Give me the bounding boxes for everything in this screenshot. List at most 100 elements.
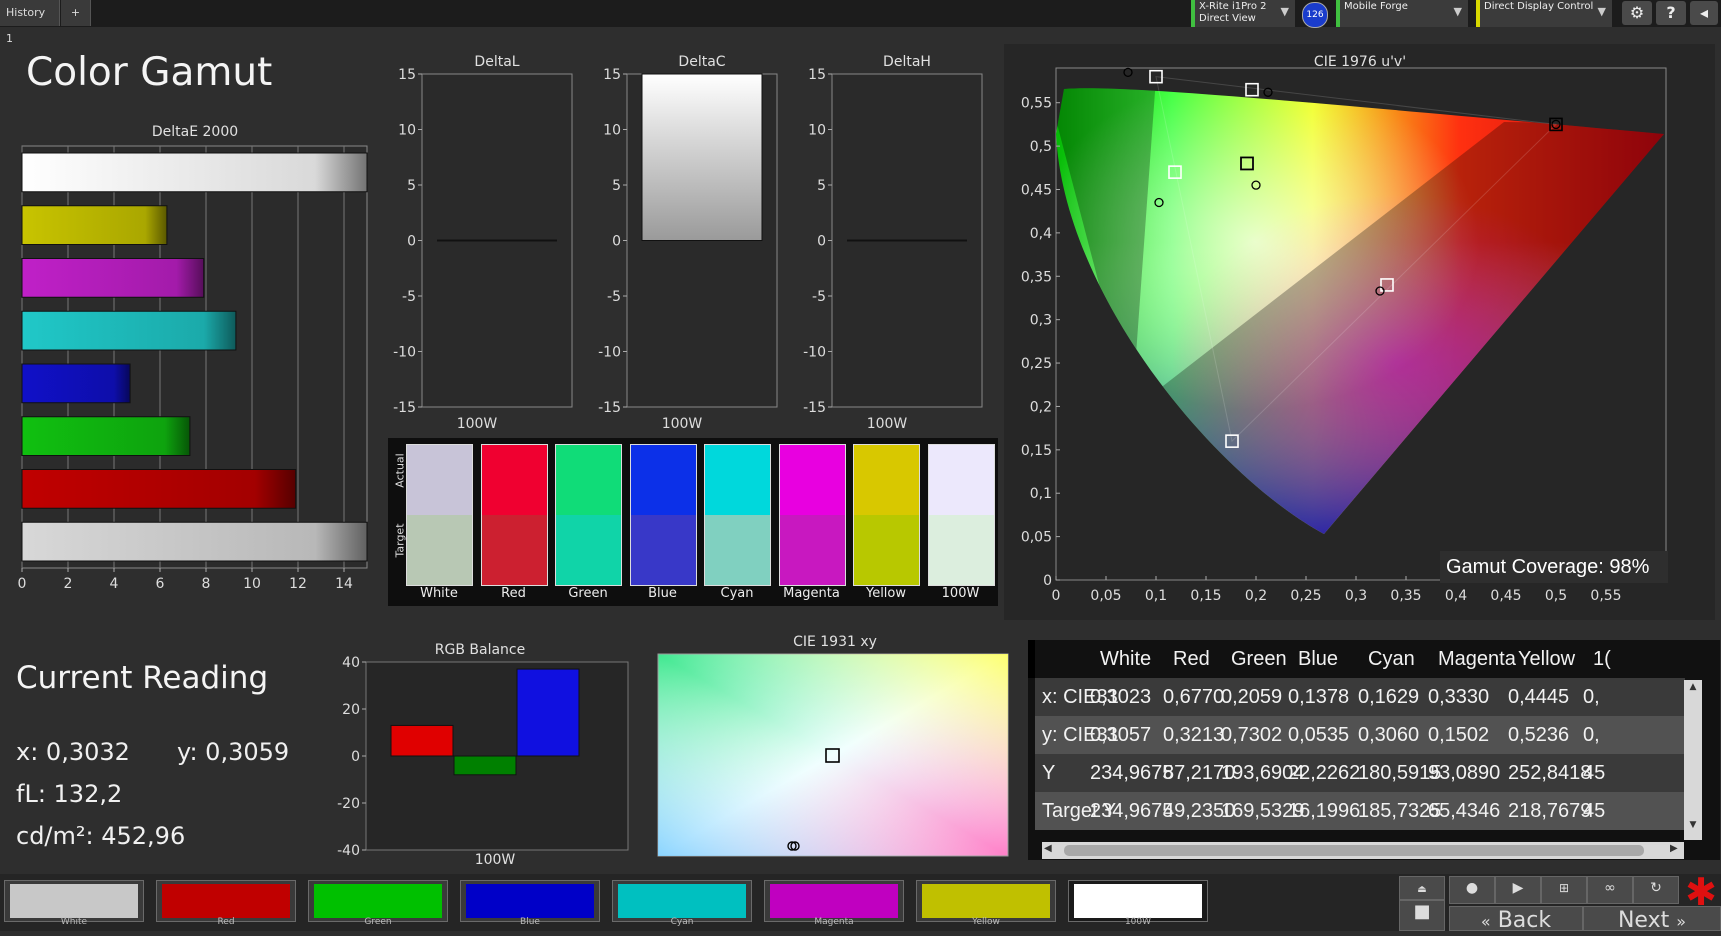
table-row: Target Y 234,9675 49,2350 169,5329 16,1996 18… (1035, 792, 1685, 830)
reading-cdm2: cd/m²: 452,96 (16, 822, 186, 850)
play-icon: ▶ (1512, 880, 1524, 896)
patch-button-cyan[interactable]: Cyan (612, 880, 752, 927)
display-status-bar (1476, 0, 1480, 27)
patch-button-white[interactable]: White (4, 880, 144, 927)
help-button[interactable]: ? (1656, 1, 1686, 25)
back-button[interactable]: « Back (1449, 906, 1583, 933)
rgb-bar-green (453, 755, 517, 776)
deltae-tick-label: 8 (202, 576, 211, 592)
horizontal-scrollbar[interactable]: ◀ ▶ (1042, 842, 1684, 859)
cie1976-ytick-label: 0,5 (1030, 139, 1052, 155)
patch-button-green[interactable]: Green (308, 880, 448, 927)
stop-measure-button[interactable]: ■ (1399, 900, 1445, 931)
help-icon: ? (1666, 3, 1676, 22)
deltae-bar-yellow (21, 205, 168, 245)
patch-label: Yellow (972, 917, 1000, 927)
swatch-target (556, 515, 621, 585)
lch-tick-label: 0 (612, 234, 621, 250)
pattern-generator-selector[interactable]: Mobile Forge ▼ (1336, 0, 1468, 27)
cie1976-ytick-label: 0,4 (1030, 226, 1052, 242)
table-cell: 0,3213 (1163, 724, 1225, 746)
cie1976-xtick-label: 0,5 (1545, 588, 1567, 604)
square-icon: ■ (1413, 901, 1431, 922)
stop-icon: ● (1465, 880, 1479, 896)
patch-color (162, 884, 290, 918)
cie1976-ytick-label: 0,45 (1021, 182, 1052, 198)
lch-bar-DeltaC (641, 73, 763, 241)
patch-color (618, 884, 746, 918)
swatch-target (481, 515, 547, 585)
scroll-thumb[interactable] (1064, 845, 1644, 856)
patch-color (314, 884, 442, 918)
scroll-up-icon[interactable]: ▲ (1686, 682, 1700, 696)
collapse-button[interactable]: ◂ (1690, 1, 1718, 25)
swatch-label: Yellow (865, 586, 907, 601)
lch-tick-label: -5 (812, 289, 826, 305)
swatch-white (406, 444, 473, 586)
swatch-target (779, 515, 845, 585)
cie1976-xtick-label: 0,55 (1590, 588, 1621, 604)
swatch-target (854, 515, 919, 585)
table-header-cell: Cyan (1368, 648, 1415, 670)
vertical-scrollbar[interactable]: ▲ ▼ (1684, 680, 1702, 840)
lch-tick-label: -5 (402, 289, 416, 305)
patch-color (770, 884, 898, 918)
stop-button[interactable]: ● (1449, 876, 1495, 904)
deltae-tick-label: 4 (110, 576, 119, 592)
asterisk-icon[interactable]: ✱ (1684, 872, 1718, 912)
rgb-tick-label: 0 (351, 749, 360, 765)
deltae-bar-red (21, 469, 297, 509)
cie1931-overlay (658, 654, 1008, 856)
patch-label: Red (217, 917, 235, 927)
swatch-target (407, 515, 472, 585)
tab-history-1[interactable]: History 1 (0, 0, 60, 45)
deltae-tick-label: 12 (289, 576, 307, 592)
patch-button-blue[interactable]: Blue (460, 880, 600, 927)
meter-selector[interactable]: X-Rite i1Pro 2 Direct View ▼ (1191, 0, 1295, 27)
patch-label: White (60, 917, 88, 927)
next-button[interactable]: Next » (1583, 906, 1721, 933)
swatch-cyan (704, 444, 771, 586)
lch-tick-label: -15 (393, 400, 416, 416)
scroll-left-icon[interactable]: ◀ (1044, 843, 1052, 854)
cie1976-xtick-label: 0,3 (1345, 588, 1367, 604)
loop-button[interactable]: ∞ (1587, 876, 1633, 904)
scroll-down-icon[interactable]: ▼ (1686, 820, 1700, 834)
pattern-badge[interactable]: 126 (1302, 2, 1328, 28)
swatch-actual (481, 445, 547, 515)
rgb-tick-label: 20 (342, 702, 360, 718)
scroll-right-icon[interactable]: ▶ (1670, 843, 1678, 854)
pause-button[interactable]: ⏏ (1399, 876, 1445, 900)
refresh-button[interactable]: ↻ (1633, 876, 1679, 904)
fit-button[interactable]: ⊞ (1541, 876, 1587, 904)
patch-button-100w[interactable]: 100W (1068, 880, 1208, 927)
add-tab-button[interactable]: + (61, 0, 91, 26)
deltae-bar-green (21, 416, 191, 456)
lch-tick-label: 10 (398, 123, 416, 139)
cie1976-ytick-label: 0,1 (1030, 486, 1052, 502)
lch-tick-label: -10 (598, 345, 621, 361)
display-control-selector[interactable]: Direct Display Control ▼ (1476, 0, 1612, 27)
table-cell: 234,9675 (1090, 800, 1174, 822)
table-cell: 0, (1583, 686, 1600, 708)
patch-button-yellow[interactable]: Yellow (916, 880, 1056, 927)
display-control-name: Direct Display Control (1484, 1, 1594, 12)
rgb-bar-blue (516, 668, 580, 757)
settings-button[interactable]: ⚙ (1622, 1, 1652, 25)
chevron-down-icon: ▼ (1597, 5, 1606, 18)
table-row: Y 234,9675 87,2170 193,6904 22,2262 180,5915 9… (1035, 754, 1685, 792)
patch-button-magenta[interactable]: Magenta (764, 880, 904, 927)
patch-button-red[interactable]: Red (156, 880, 296, 927)
deltae-tick-label: 2 (64, 576, 73, 592)
lch-xlabel: 100W (662, 416, 703, 432)
swatch-label: 100W (941, 586, 980, 601)
generator-status-bar (1336, 0, 1340, 27)
play-button[interactable]: ▶ (1495, 876, 1541, 904)
cie1976-xtick-label: 0,35 (1390, 588, 1421, 604)
tab-label: History 1 (6, 6, 46, 45)
lch-tick-label: -10 (803, 345, 826, 361)
table-header-cell: Red (1173, 648, 1210, 670)
back-label: Back (1497, 908, 1552, 933)
gamut-coverage: Gamut Coverage: 98% (1440, 551, 1668, 583)
table-header-cell: Blue (1298, 648, 1339, 670)
